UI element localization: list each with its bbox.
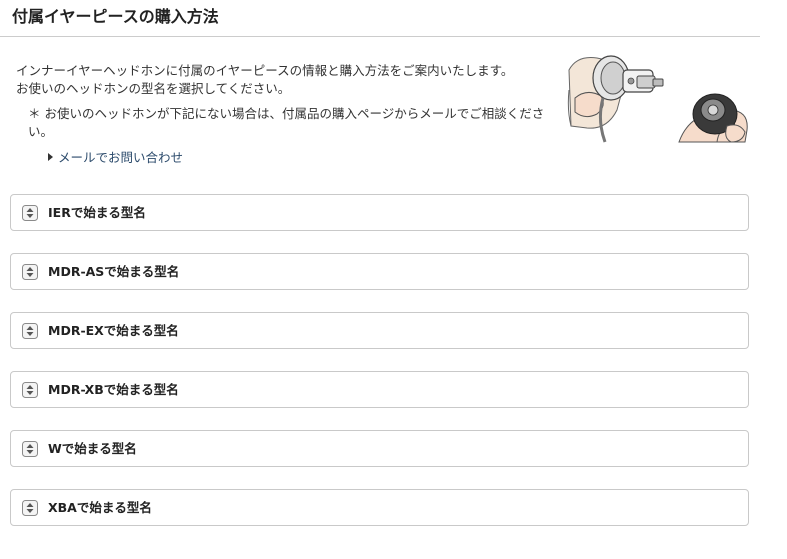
intro-line-1: インナーイヤーヘッドホンに付属のイヤーピースの情報と購入方法をご案内いたします。 [16, 63, 514, 78]
triangle-right-icon [48, 153, 53, 161]
accordion-label: XBAで始まる型名 [48, 500, 152, 515]
accordion-label: MDR-XBで始まる型名 [48, 382, 179, 397]
earpiece-illustration [567, 55, 748, 143]
page-title: 付属イヤーピースの購入方法 [12, 7, 219, 26]
intro-line-2: お使いのヘッドホンの型名を選択してください。 [16, 81, 291, 96]
intro-text: インナーイヤーヘッドホンに付属のイヤーピースの情報と購入方法をご案内いたします。… [16, 62, 546, 98]
contact-link-label: メールでお問い合わせ [58, 150, 184, 165]
accordion-xba[interactable]: XBAで始まる型名 [10, 489, 749, 526]
expand-collapse-icon [22, 500, 38, 516]
title-divider [0, 36, 760, 37]
accordion-mdr-ex[interactable]: MDR-EXで始まる型名 [10, 312, 749, 349]
accordion-label: IERで始まる型名 [48, 205, 146, 220]
expand-collapse-icon [22, 323, 38, 339]
accordion-mdr-as[interactable]: MDR-ASで始まる型名 [10, 253, 749, 290]
expand-collapse-icon [22, 441, 38, 457]
accordion-label: MDR-EXで始まる型名 [48, 323, 179, 338]
accordion-mdr-xb[interactable]: MDR-XBで始まる型名 [10, 371, 749, 408]
expand-collapse-icon [22, 382, 38, 398]
note-text: ＊ お使いのヘッドホンが下記にない場合は、付属品の購入ページからメールでご相談く… [28, 106, 545, 139]
accordion-label: MDR-ASで始まる型名 [48, 264, 180, 279]
contact-link[interactable]: メールでお問い合わせ [48, 149, 183, 167]
accordion-w[interactable]: Wで始まる型名 [10, 430, 749, 467]
expand-collapse-icon [22, 205, 38, 221]
accordion-label: Wで始まる型名 [48, 441, 137, 456]
page: 付属イヤーピースの購入方法 インナーイヤーヘッドホンに付属のイヤーピースの情報と… [0, 0, 787, 559]
expand-collapse-icon [22, 264, 38, 280]
accordion-ier[interactable]: IERで始まる型名 [10, 194, 749, 231]
